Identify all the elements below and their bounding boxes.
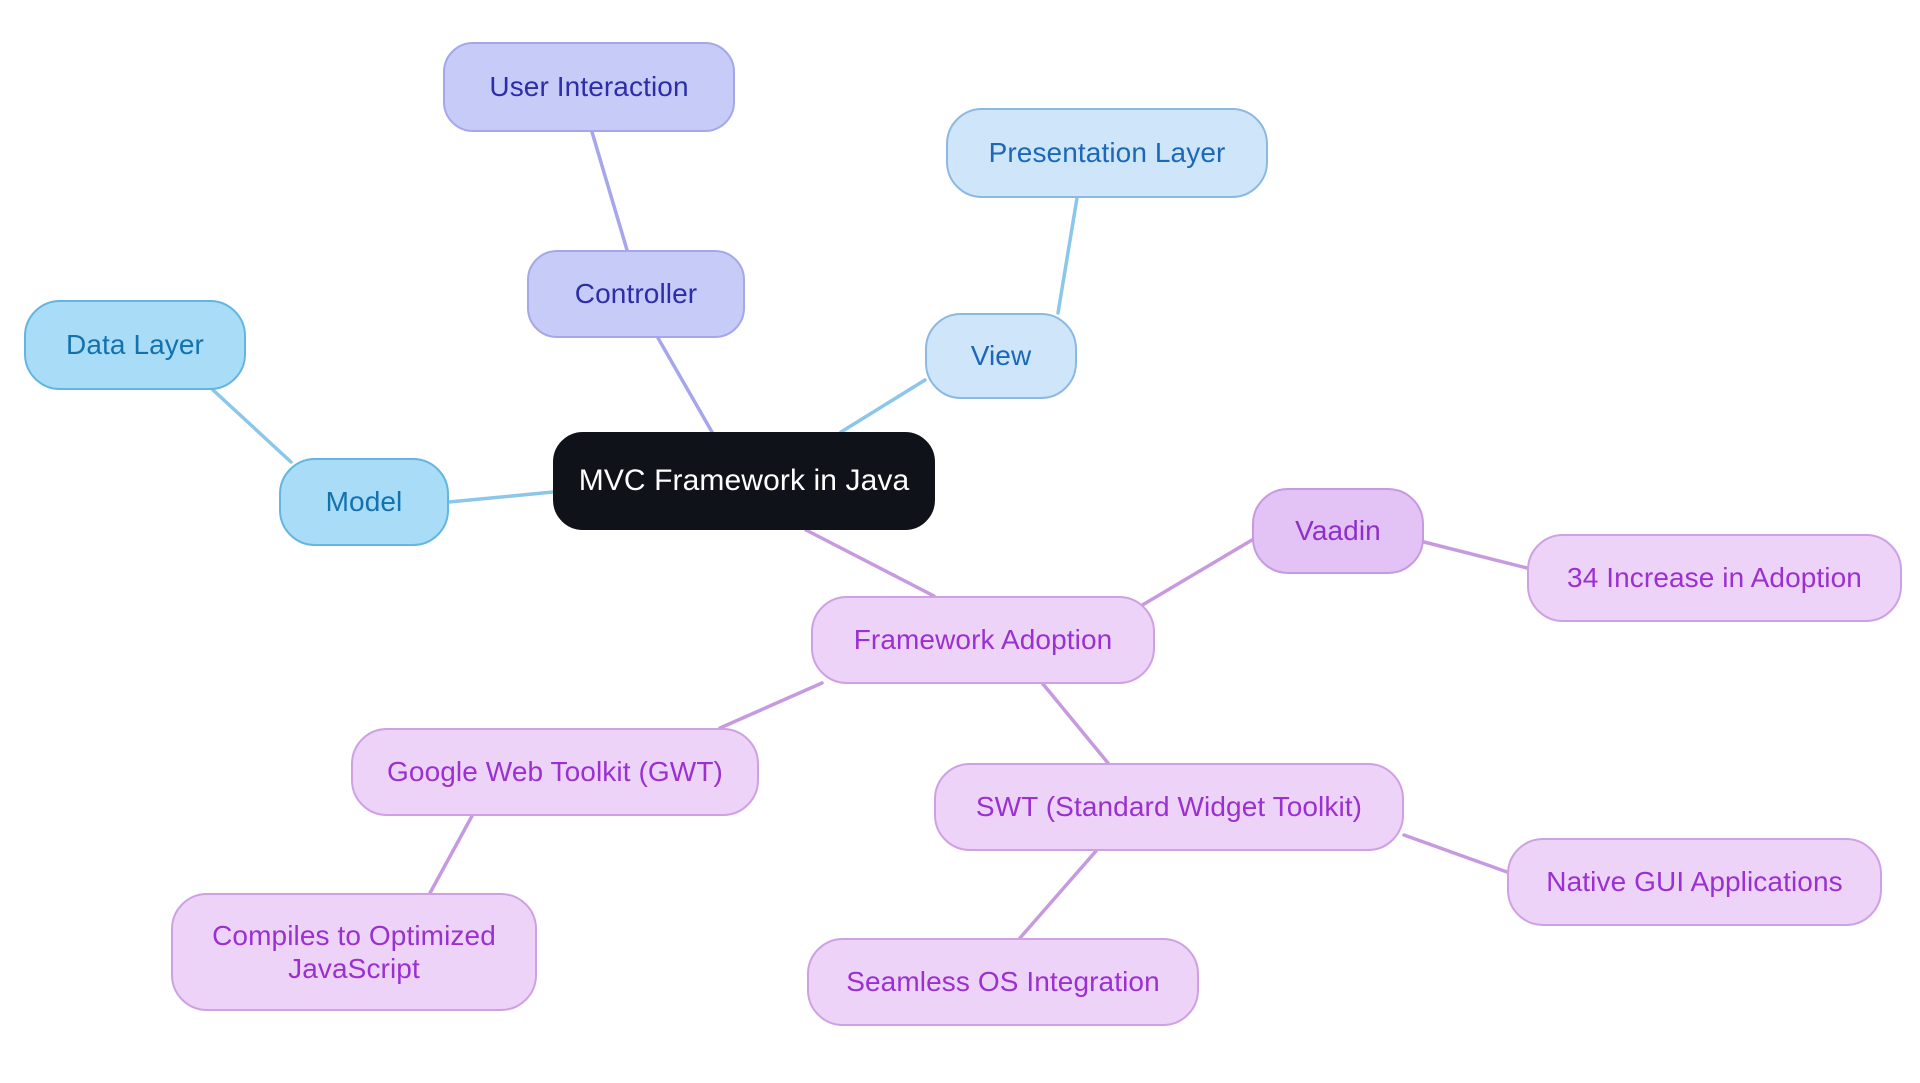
mindmap-node-gwt[interactable]: Google Web Toolkit (GWT) <box>351 728 759 816</box>
mindmap-node-root[interactable]: MVC Framework in Java <box>553 432 935 530</box>
mindmap-node-increase-in-adoption[interactable]: 34 Increase in Adoption <box>1527 534 1902 622</box>
edge-gwt-to-compiles-js <box>428 814 474 895</box>
mind-map-canvas: MVC Framework in Java User Interaction Con… <box>0 0 1920 1083</box>
mindmap-node-user-interaction[interactable]: User Interaction <box>443 42 735 132</box>
mindmap-node-framework-adoption[interactable]: Framework Adoption <box>811 596 1155 684</box>
edge-root-to-view <box>839 378 927 434</box>
edge-vaadin-to-increase-in-adoption <box>1422 540 1529 570</box>
edge-framework-adoption-to-gwt <box>718 681 824 730</box>
mindmap-node-model[interactable]: Model <box>279 458 449 546</box>
edge-root-to-controller <box>656 336 714 434</box>
edge-framework-adoption-to-vaadin <box>1137 538 1254 609</box>
mindmap-node-compiles-js[interactable]: Compiles to Optimized JavaScript <box>171 893 537 1011</box>
mindmap-node-native-gui[interactable]: Native GUI Applications <box>1507 838 1882 926</box>
mindmap-node-controller[interactable]: Controller <box>527 250 745 338</box>
mindmap-node-presentation-layer[interactable]: Presentation Layer <box>946 108 1268 198</box>
mindmap-node-view[interactable]: View <box>925 313 1077 399</box>
mindmap-node-swt[interactable]: SWT (Standard Widget Toolkit) <box>934 763 1404 851</box>
edge-model-to-data-layer <box>211 388 293 464</box>
edge-swt-to-native-gui <box>1402 833 1509 874</box>
edge-view-to-presentation-layer <box>1056 196 1079 315</box>
edge-root-to-framework-adoption <box>804 528 936 598</box>
mindmap-node-data-layer[interactable]: Data Layer <box>24 300 246 390</box>
edge-controller-to-user-interaction <box>590 130 629 252</box>
edge-framework-adoption-to-swt <box>1041 682 1110 765</box>
edge-root-to-model <box>447 490 555 504</box>
edge-swt-to-seamless-os <box>1018 849 1098 940</box>
mindmap-node-vaadin[interactable]: Vaadin <box>1252 488 1424 574</box>
mindmap-node-seamless-os[interactable]: Seamless OS Integration <box>807 938 1199 1026</box>
